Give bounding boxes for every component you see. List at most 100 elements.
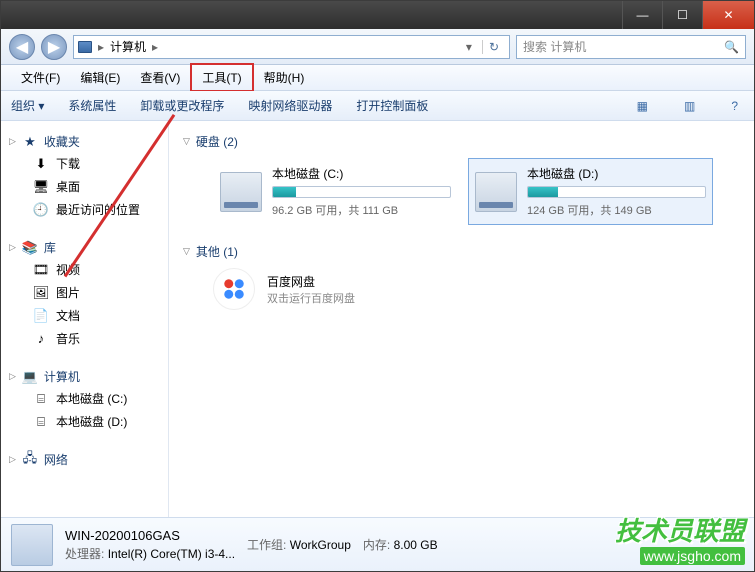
sidebar-group-network: ▷ 🖧 网络 bbox=[5, 449, 164, 470]
baidu-icon bbox=[213, 268, 255, 310]
sidebar-item-label: 文档 bbox=[56, 307, 80, 324]
menu-edit[interactable]: 编辑(E) bbox=[70, 65, 130, 90]
menu-help[interactable]: 帮助(H) bbox=[254, 65, 315, 90]
status-workgroup: WorkGroup bbox=[290, 538, 351, 552]
search-placeholder: 搜索 计算机 bbox=[523, 38, 586, 55]
toolbar-map-drive[interactable]: 映射网络驱动器 bbox=[248, 97, 332, 114]
sidebar-item-desktop[interactable]: 🖥 桌面 bbox=[5, 175, 164, 198]
menu-tools[interactable]: 工具(T) bbox=[190, 63, 253, 92]
sidebar-item-label: 网络 bbox=[44, 451, 68, 468]
path-sep: ▸ bbox=[152, 40, 158, 54]
sidebar-item-music[interactable]: ♪ 音乐 bbox=[5, 327, 164, 350]
sidebar-item-documents[interactable]: 📄 文档 bbox=[5, 304, 164, 327]
sidebar-item-label: 计算机 bbox=[44, 368, 80, 385]
picture-icon: 🖼 bbox=[33, 285, 49, 301]
status-cpu: Intel(R) Core(TM) i3-4... bbox=[108, 547, 235, 561]
help-icon[interactable]: ? bbox=[725, 99, 744, 113]
watermark-url: www.jsgho.com bbox=[640, 547, 745, 565]
sidebar-item-label: 音乐 bbox=[56, 330, 80, 347]
toolbar-uninstall[interactable]: 卸载或更改程序 bbox=[140, 97, 224, 114]
sidebar-item-recent[interactable]: 🕘 最近访问的位置 bbox=[5, 198, 164, 221]
menu-file[interactable]: 文件(F) bbox=[11, 65, 70, 90]
category-other[interactable]: ▽ 其他 (1) bbox=[183, 239, 740, 268]
toolbar-control-panel[interactable]: 打开控制面板 bbox=[356, 97, 428, 114]
toolbar-organize[interactable]: 组织 ▾ bbox=[11, 97, 44, 114]
sidebar-computer[interactable]: ▷ 💻 计算机 bbox=[5, 366, 164, 387]
chevron-down-icon: ▽ bbox=[183, 246, 190, 257]
drive-icon: ⌸ bbox=[33, 391, 49, 407]
music-icon: ♪ bbox=[33, 331, 49, 347]
category-label: 其他 (1) bbox=[196, 243, 238, 260]
drive-icon bbox=[220, 172, 262, 212]
library-icon: 📚 bbox=[22, 240, 38, 256]
minimize-button[interactable]: — bbox=[622, 1, 662, 29]
drive-name: 本地磁盘 (D:) bbox=[527, 165, 706, 182]
chevron-icon: ▷ bbox=[9, 371, 16, 382]
chevron-icon: ▷ bbox=[9, 136, 16, 147]
category-hard-drives[interactable]: ▽ 硬盘 (2) bbox=[183, 129, 740, 158]
address-bar[interactable]: ▸ 计算机 ▸ ▾ ↻ bbox=[73, 35, 510, 59]
drive-c[interactable]: 本地磁盘 (C:) 96.2 GB 可用，共 111 GB bbox=[213, 158, 458, 225]
sidebar-item-label: 本地磁盘 (C:) bbox=[56, 390, 127, 407]
computer-icon bbox=[11, 524, 53, 566]
sidebar-item-videos[interactable]: 🎞视频 bbox=[5, 258, 164, 281]
drive-name: 本地磁盘 (C:) bbox=[272, 165, 451, 182]
network-icon: 🖧 bbox=[22, 452, 38, 468]
sidebar-item-label: 下载 bbox=[56, 155, 80, 172]
chevron-icon: ▷ bbox=[9, 242, 16, 253]
sidebar-item-label: 最近访问的位置 bbox=[56, 201, 140, 218]
drives-row: 本地磁盘 (C:) 96.2 GB 可用，共 111 GB 本地磁盘 (D:) … bbox=[183, 158, 740, 225]
category-label: 硬盘 (2) bbox=[196, 133, 238, 150]
recent-icon: 🕘 bbox=[33, 202, 49, 218]
drive-usage-fill bbox=[528, 187, 558, 197]
title-bar: — ☐ ✕ bbox=[1, 1, 754, 29]
drive-usage-bar bbox=[272, 186, 451, 198]
sidebar-item-label: 桌面 bbox=[56, 178, 80, 195]
desktop-icon: 🖥 bbox=[33, 179, 49, 195]
sidebar-group-libraries: ▷ 📚 库 🎞视频 🖼图片 📄 文档 ♪ 音乐 bbox=[5, 237, 164, 350]
watermark: 技术员联盟 www.jsgho.com bbox=[615, 511, 745, 566]
path-sep: ▸ bbox=[98, 40, 104, 54]
maximize-button[interactable]: ☐ bbox=[662, 1, 702, 29]
download-icon: ⬇ bbox=[33, 156, 49, 172]
drive-icon bbox=[475, 172, 517, 212]
address-dropdown[interactable]: ▾ bbox=[462, 40, 476, 54]
sidebar-item-label: 库 bbox=[44, 239, 56, 256]
path-segment[interactable]: 计算机 bbox=[110, 38, 146, 55]
sidebar-item-drive-c[interactable]: ⌸ 本地磁盘 (C:) bbox=[5, 387, 164, 410]
drive-usage-bar bbox=[527, 186, 706, 198]
status-memory: 8.00 GB bbox=[394, 538, 438, 552]
sidebar-favorites[interactable]: ▷ ★ 收藏夹 bbox=[5, 131, 164, 152]
back-button[interactable]: ◀ bbox=[9, 34, 35, 60]
search-input[interactable]: 搜索 计算机 🔍 bbox=[516, 35, 746, 59]
refresh-button[interactable]: ↻ bbox=[482, 40, 505, 54]
view-mode-icon[interactable]: ▦ bbox=[631, 99, 654, 113]
drive-stats: 96.2 GB 可用，共 111 GB bbox=[272, 202, 451, 218]
sidebar-item-label: 收藏夹 bbox=[44, 133, 80, 150]
content-pane: ▽ 硬盘 (2) 本地磁盘 (C:) 96.2 GB 可用，共 111 GB 本… bbox=[169, 121, 754, 517]
toolbar: 组织 ▾ 系统属性 卸载或更改程序 映射网络驱动器 打开控制面板 ▦ ▥ ? bbox=[1, 91, 754, 121]
sidebar-item-drive-d[interactable]: ⌸ 本地磁盘 (D:) bbox=[5, 410, 164, 433]
drive-d[interactable]: 本地磁盘 (D:) 124 GB 可用，共 149 GB bbox=[468, 158, 713, 225]
computer-icon: 💻 bbox=[22, 369, 38, 385]
body-row: ▷ ★ 收藏夹 ⬇ 下载 🖥 桌面 🕘 最近访问的位置 ▷ 📚 库 🎞视频 🖼图片 📄… bbox=[1, 121, 754, 517]
drive-stats: 124 GB 可用，共 149 GB bbox=[527, 202, 706, 218]
forward-button[interactable]: ▶ bbox=[41, 34, 67, 60]
menu-view[interactable]: 查看(V) bbox=[130, 65, 190, 90]
sidebar: ▷ ★ 收藏夹 ⬇ 下载 🖥 桌面 🕘 最近访问的位置 ▷ 📚 库 🎞视频 🖼图片 📄… bbox=[1, 121, 169, 517]
sidebar-item-pictures[interactable]: 🖼图片 bbox=[5, 281, 164, 304]
other-item-baidu[interactable]: 百度网盘 双击运行百度网盘 bbox=[183, 268, 740, 310]
toolbar-system-properties[interactable]: 系统属性 bbox=[68, 97, 116, 114]
sidebar-item-label: 本地磁盘 (D:) bbox=[56, 413, 127, 430]
close-button[interactable]: ✕ bbox=[702, 1, 754, 29]
drive-icon: ⌸ bbox=[33, 414, 49, 430]
document-icon: 📄 bbox=[33, 308, 49, 324]
nav-row: ◀ ▶ ▸ 计算机 ▸ ▾ ↻ 搜索 计算机 🔍 bbox=[1, 29, 754, 65]
sidebar-group-computer: ▷ 💻 计算机 ⌸ 本地磁盘 (C:) ⌸ 本地磁盘 (D:) bbox=[5, 366, 164, 433]
chevron-down-icon: ▽ bbox=[183, 136, 190, 147]
menu-bar: 文件(F) 编辑(E) 查看(V) 工具(T) 帮助(H) bbox=[1, 65, 754, 91]
status-computer-name: WIN-20200106GAS bbox=[65, 528, 235, 543]
status-workgroup-label: 工作组: bbox=[247, 538, 286, 552]
layout-icon[interactable]: ▥ bbox=[678, 99, 701, 113]
sidebar-network[interactable]: ▷ 🖧 网络 bbox=[5, 449, 164, 470]
